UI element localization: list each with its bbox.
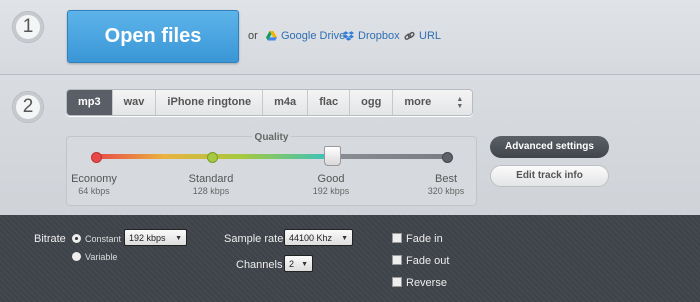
up-down-arrows-icon: ▲ ▼ xyxy=(456,96,464,110)
tab-iphone-ringtone[interactable]: iPhone ringtone xyxy=(156,90,264,115)
google-drive-link[interactable]: Google Drive xyxy=(266,30,345,42)
step-open-files: 1 Open files or Google Drive Dropbox URL xyxy=(0,0,700,75)
quality-title-text: Quality xyxy=(251,132,292,143)
bitrate-label: Bitrate xyxy=(34,233,66,245)
reverse-checkbox[interactable]: Reverse xyxy=(392,277,447,289)
chevron-down-icon: ▼ xyxy=(175,235,182,242)
step-number-1: 1 xyxy=(12,11,44,43)
standard-kbps: 128 kbps xyxy=(192,186,230,196)
chevron-down-icon: ▼ xyxy=(341,235,348,242)
economy-kbps: 64 kbps xyxy=(78,186,110,196)
edit-track-info-button[interactable]: Edit track info xyxy=(490,165,609,187)
quality-stop-standard[interactable] xyxy=(207,152,218,163)
link-icon xyxy=(404,31,415,40)
sample-rate-select-value: 44100 Khz xyxy=(289,233,333,243)
economy-name: Economy xyxy=(71,173,117,185)
tab-m4a[interactable]: m4a xyxy=(263,90,309,115)
quality-label-economy: Economy 64 kbps xyxy=(70,173,118,196)
quality-label-good: Good 192 kbps xyxy=(305,173,357,196)
good-name: Good xyxy=(317,173,345,185)
best-kbps: 320 kbps xyxy=(427,186,465,196)
tab-mp3[interactable]: mp3 xyxy=(67,90,113,115)
google-drive-icon xyxy=(266,31,277,41)
tab-more[interactable]: more ▲ ▼ xyxy=(393,90,473,115)
tab-wav[interactable]: wav xyxy=(112,90,157,115)
fade-in-checkbox[interactable]: Fade in xyxy=(392,233,443,245)
sample-rate-label: Sample rate xyxy=(224,233,284,245)
quality-title: Quality xyxy=(67,132,476,143)
tab-ogg[interactable]: ogg xyxy=(350,90,394,115)
step-number-2: 2 xyxy=(12,91,44,123)
quality-slider-thumb[interactable] xyxy=(324,146,341,166)
quality-label-best: Best 320 kbps xyxy=(420,173,472,196)
quality-label-standard: Standard 128 kbps xyxy=(185,173,237,196)
channels-select-value: 2 xyxy=(289,259,295,269)
quality-slider-track[interactable] xyxy=(94,154,448,159)
checkbox-icon xyxy=(392,255,402,265)
bitrate-select[interactable]: 192 kbps ▼ xyxy=(124,229,187,246)
standard-name: Standard xyxy=(188,173,234,185)
tab-flac[interactable]: flac xyxy=(308,90,351,115)
checkbox-icon xyxy=(392,233,402,243)
advanced-settings-button[interactable]: Advanced settings xyxy=(490,136,609,158)
or-text: or xyxy=(248,30,258,42)
reverse-label: Reverse xyxy=(406,277,447,289)
quality-panel: Quality Economy 64 kbps Standard 128 kbp… xyxy=(66,132,477,206)
sample-rate-select[interactable]: 44100 Khz ▼ xyxy=(284,229,353,246)
bitrate-constant-label: Constant xyxy=(85,234,122,244)
radio-checked-icon xyxy=(72,234,81,243)
dropbox-icon xyxy=(343,31,354,41)
dropbox-label: Dropbox xyxy=(358,30,400,42)
dropbox-link[interactable]: Dropbox xyxy=(343,30,400,42)
open-files-button[interactable]: Open files xyxy=(67,10,239,63)
bitrate-variable-radio[interactable]: Variable xyxy=(72,252,117,262)
radio-unchecked-icon xyxy=(72,252,81,261)
bitrate-select-value: 192 kbps xyxy=(129,233,166,243)
fade-in-label: Fade in xyxy=(406,233,443,245)
best-name: Best xyxy=(434,173,457,185)
good-kbps: 192 kbps xyxy=(312,186,350,196)
url-link[interactable]: URL xyxy=(404,30,441,42)
fade-out-checkbox[interactable]: Fade out xyxy=(392,255,449,267)
google-drive-label: Google Drive xyxy=(281,30,346,42)
advanced-settings-panel: Bitrate Constant Variable 192 kbps ▼ Sam… xyxy=(0,215,700,302)
fade-out-label: Fade out xyxy=(406,255,450,267)
bitrate-variable-label: Variable xyxy=(85,252,118,262)
channels-select[interactable]: 2 ▼ xyxy=(284,255,313,272)
url-label: URL xyxy=(419,30,442,42)
format-tabs: mp3 wav iPhone ringtone m4a flac ogg mor… xyxy=(66,89,474,116)
quality-stop-economy[interactable] xyxy=(91,152,102,163)
bitrate-constant-radio[interactable]: Constant xyxy=(72,234,121,244)
chevron-down-icon: ▼ xyxy=(301,261,308,268)
tab-more-label: more xyxy=(404,96,432,108)
checkbox-icon xyxy=(392,277,402,287)
channels-label: Channels xyxy=(236,259,283,271)
quality-stop-best[interactable] xyxy=(442,152,453,163)
